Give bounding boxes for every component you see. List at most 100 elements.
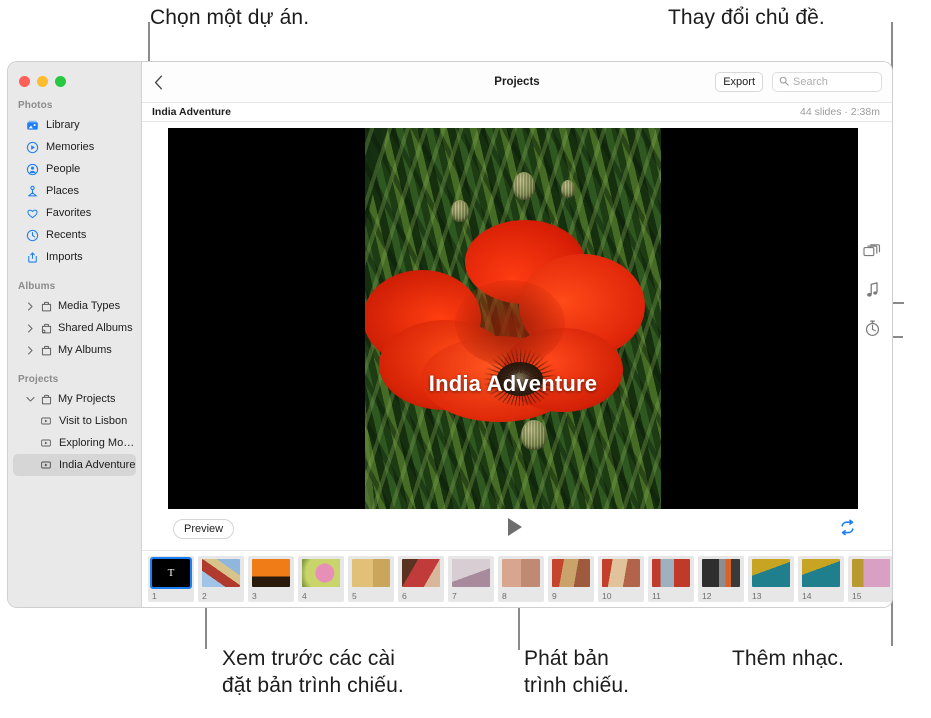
filmstrip-slide[interactable]: 2 xyxy=(198,556,244,602)
sidebar-item-memories[interactable]: Memories xyxy=(13,136,136,158)
folder-icon xyxy=(40,300,53,313)
sidebar-section-photos: Photos xyxy=(18,100,53,111)
window-controls[interactable] xyxy=(8,67,141,87)
poppy-bud xyxy=(513,172,535,200)
filmstrip-slide[interactable]: 15 xyxy=(848,556,892,602)
slide-thumbnail xyxy=(802,559,840,587)
sidebar-item-label: Memories xyxy=(46,141,95,153)
slide-thumbnail xyxy=(352,559,390,587)
music-icon[interactable] xyxy=(862,280,882,300)
sidebar-item-library[interactable]: Library xyxy=(13,114,136,136)
sidebar-item-label: Places xyxy=(46,185,80,197)
sidebar-item-label: Favorites xyxy=(46,207,92,219)
slide-number: 13 xyxy=(752,591,762,601)
heart-icon xyxy=(26,207,39,220)
sidebar-item-media-types[interactable]: Media Types xyxy=(13,295,136,317)
search-icon xyxy=(779,73,789,91)
sidebar-item-places[interactable]: Places xyxy=(13,180,136,202)
toolbar: Projects Export Search xyxy=(142,62,892,102)
duration-icon[interactable] xyxy=(862,318,882,338)
search-input[interactable]: Search xyxy=(772,72,882,92)
sidebar-item-visit-to-lisbon[interactable]: Visit to Lisbon xyxy=(13,410,136,432)
close-button[interactable] xyxy=(19,76,30,87)
filmstrip-slide[interactable]: 7 xyxy=(448,556,494,602)
slide-thumbnail: T xyxy=(150,557,192,589)
sidebar-item-shared-albums[interactable]: Shared Albums xyxy=(13,317,136,339)
back-button[interactable] xyxy=(154,75,174,90)
zoom-button[interactable] xyxy=(55,76,66,87)
slide-photo xyxy=(365,128,661,511)
filmstrip[interactable]: T 1 2 3 4 5 6 7 8 9 10 11 12 13 14 15 xyxy=(142,551,892,607)
slide-thumbnail xyxy=(452,559,490,587)
project-icon xyxy=(39,437,52,450)
stage-area: India Adventure xyxy=(142,122,892,511)
filmstrip-slide[interactable]: 3 xyxy=(248,556,294,602)
slide-number: 3 xyxy=(252,591,257,601)
sidebar-item-label: Imports xyxy=(46,251,83,263)
slide-thumbnail xyxy=(652,559,690,587)
repeat-icon[interactable] xyxy=(839,519,856,541)
slide-number: 11 xyxy=(652,591,661,601)
slide-number: 10 xyxy=(602,591,612,601)
sidebar-item-my-albums[interactable]: My Albums xyxy=(13,339,136,361)
slide-number: 4 xyxy=(302,591,307,601)
sidebar-item-india-adventure[interactable]: India Adventure xyxy=(13,454,136,476)
filmstrip-slide[interactable]: 10 xyxy=(598,556,644,602)
slide-stage[interactable]: India Adventure xyxy=(168,128,858,511)
sidebar-item-label: Recents xyxy=(46,229,87,241)
themes-icon[interactable] xyxy=(862,242,882,262)
slide-number: 6 xyxy=(402,591,407,601)
callout-select-project: Chọn một dự án. xyxy=(150,6,310,29)
sidebar-item-people[interactable]: People xyxy=(13,158,136,180)
chevron-right-icon[interactable] xyxy=(26,345,35,355)
play-button[interactable] xyxy=(508,518,522,536)
filmstrip-slide[interactable]: 12 xyxy=(698,556,744,602)
export-button[interactable]: Export xyxy=(715,72,763,92)
slide-thumbnail xyxy=(602,559,640,587)
sidebar-item-exploring-morocco[interactable]: Exploring Mor… xyxy=(13,432,136,454)
chevron-right-icon[interactable] xyxy=(26,323,35,333)
slide-number: 9 xyxy=(552,591,557,601)
memories-icon xyxy=(26,141,39,154)
sidebar: Photos Library Memories People Places Fa… xyxy=(8,62,142,607)
filmstrip-slide[interactable]: 5 xyxy=(348,556,394,602)
filmstrip-slide[interactable]: 13 xyxy=(748,556,794,602)
filmstrip-slide[interactable]: 8 xyxy=(498,556,544,602)
poppy-bud xyxy=(561,180,575,198)
screenshot-root: Chọn một dự án. Thay đổi chủ đề. Xem trư… xyxy=(0,0,931,718)
callout-add-music: Thêm nhạc. xyxy=(732,647,844,670)
filmstrip-slide[interactable]: 4 xyxy=(298,556,344,602)
sidebar-item-recents[interactable]: Recents xyxy=(13,224,136,246)
sidebar-item-label: Exploring Mor… xyxy=(59,437,136,449)
sidebar-item-label: Shared Albums xyxy=(58,322,133,334)
filmstrip-slide[interactable]: 6 xyxy=(398,556,444,602)
preview-button[interactable]: Preview xyxy=(173,519,235,539)
slide-number: 15 xyxy=(852,591,862,601)
library-icon xyxy=(26,119,39,132)
poppy-bud xyxy=(521,420,547,450)
chevron-right-icon[interactable] xyxy=(26,301,35,311)
sidebar-item-label: My Projects xyxy=(58,393,116,405)
sidebar-item-imports[interactable]: Imports xyxy=(13,246,136,268)
callout-preview-settings: Xem trước các cài đặt bản trình chiếu. xyxy=(222,647,404,697)
sidebar-section-projects: Projects xyxy=(18,374,59,385)
filmstrip-slide[interactable]: 9 xyxy=(548,556,594,602)
sidebar-item-label: Visit to Lisbon xyxy=(59,415,128,427)
minimize-button[interactable] xyxy=(37,76,48,87)
folder-icon xyxy=(40,393,53,406)
filmstrip-slide[interactable]: 11 xyxy=(648,556,694,602)
sidebar-item-favorites[interactable]: Favorites xyxy=(13,202,136,224)
slide-thumbnail xyxy=(702,559,740,587)
filmstrip-slide[interactable]: T 1 xyxy=(148,556,194,602)
filmstrip-slide[interactable]: 14 xyxy=(798,556,844,602)
photos-app-window: Photos Library Memories People Places Fa… xyxy=(8,62,892,607)
search-placeholder: Search xyxy=(793,76,828,88)
chevron-down-icon[interactable] xyxy=(26,396,35,403)
slide-number: 8 xyxy=(502,591,507,601)
sidebar-item-my-projects[interactable]: My Projects xyxy=(13,388,136,410)
slide-thumbnail xyxy=(852,559,890,587)
project-subheader: India Adventure 44 slides · 2:38m xyxy=(142,102,892,122)
main-pane: Projects Export Search India Adventure 4… xyxy=(142,62,892,607)
sidebar-section-albums: Albums xyxy=(18,281,56,292)
slide-thumbnail xyxy=(302,559,340,587)
